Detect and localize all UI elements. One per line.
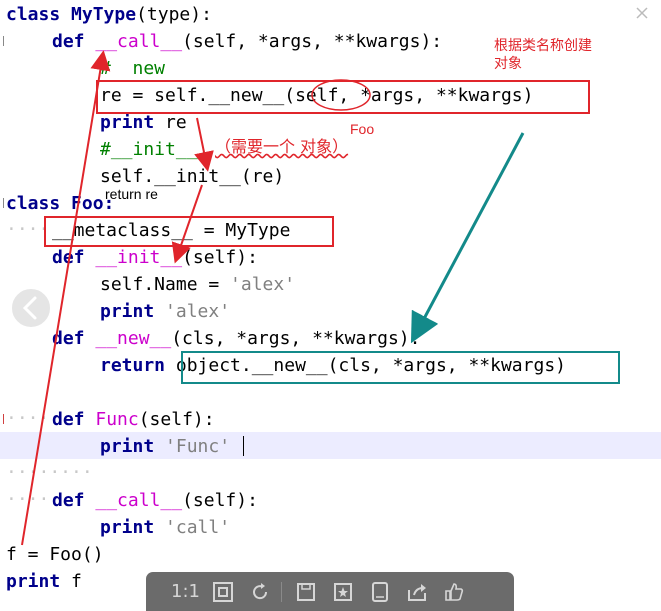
rotate-icon [252,582,267,599]
rotate-button[interactable] [242,577,277,607]
toolbar-divider [281,581,282,602]
save-button[interactable] [288,577,323,607]
like-icon [444,582,463,601]
self-circle [311,79,371,111]
previous-image-button[interactable] [10,287,52,329]
fit-screen-button[interactable] [205,577,240,607]
share-button[interactable] [399,577,434,607]
actual-size-button[interactable]: 1:1 [168,577,203,607]
arrow-init-down [194,117,214,172]
tablet-icon [371,581,388,602]
share-icon [407,583,426,601]
arrow-to-init [171,184,203,264]
fit-screen-icon [212,581,233,602]
like-button[interactable] [436,577,471,607]
bookmark-button[interactable] [325,577,360,607]
bookmark-star-icon [333,582,352,601]
device-button[interactable] [362,577,397,607]
close-icon[interactable] [635,6,649,20]
arrow-teal-to-kwargs [410,132,525,344]
chevron-left-icon [22,296,37,320]
annotation-arrows [21,50,525,546]
save-icon [296,582,315,601]
actual-size-label: 1:1 [171,581,200,602]
image-viewer-toolbar: 1:1 [146,572,514,611]
